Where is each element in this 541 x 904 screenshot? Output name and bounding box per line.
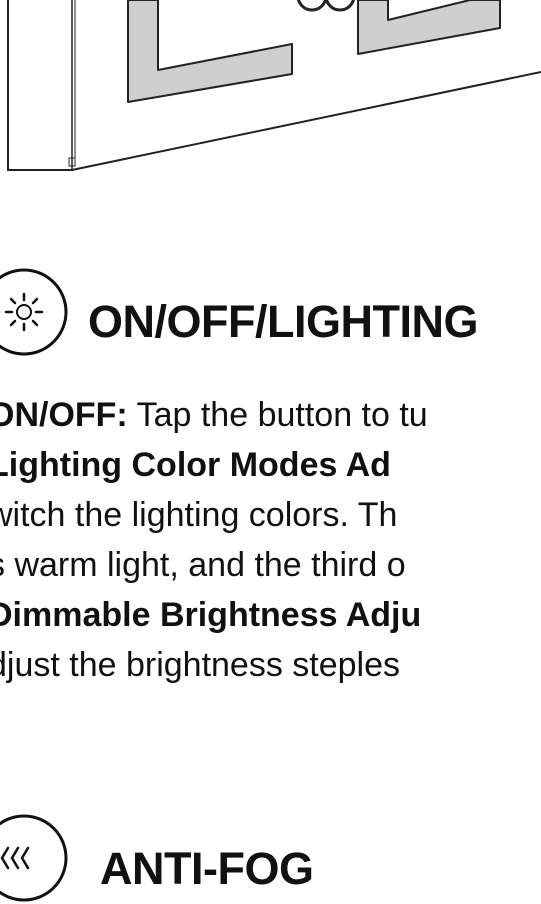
mirror-cabinet-illustration (7, 0, 541, 171)
defog-wave-icon (0, 814, 68, 902)
antifog-section-title: ANTI-FOG (100, 843, 314, 894)
description-line: Dimmable Brightness Adju (0, 596, 422, 634)
description-line: witch the lighting colors. Th (0, 496, 398, 534)
description-line: ON/OFF: Tap the button to tu (0, 396, 428, 434)
description-line: djust the brightness steples (0, 646, 401, 684)
description-line: Lighting Color Modes Ad (0, 446, 391, 484)
lighting-description: ON/OFF: Tap the button to tu Lighting Co… (0, 390, 428, 690)
description-line: s warm light, and the third o (0, 546, 406, 584)
lighting-section-title: ON/OFF/LIGHTING (88, 296, 478, 347)
sun-icon (0, 268, 68, 356)
